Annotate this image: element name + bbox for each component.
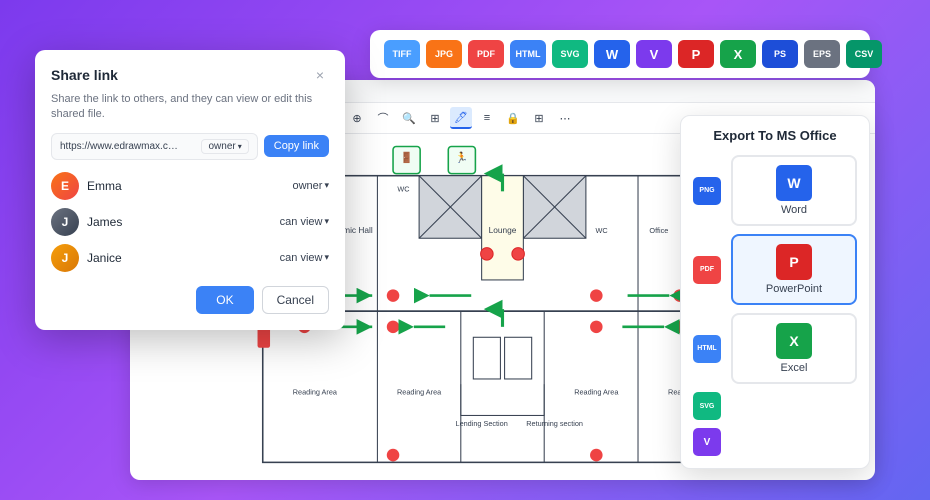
avatar: J [51,244,79,272]
svg-text:WC: WC [595,226,607,235]
svg-text:Reading Area: Reading Area [293,388,338,397]
tool-more[interactable]: ⋯ [554,107,576,129]
excel-label: Excel [739,362,849,374]
powerpoint-export-btn[interactable]: P PowerPoint [731,234,857,305]
format-csv-btn[interactable]: CSV [846,40,882,68]
tool-curve[interactable]: ⌒ [372,107,394,129]
excel-icon: X [776,323,812,359]
tool-list[interactable]: ≡ [476,107,498,129]
chevron-down-icon: ▾ [324,252,329,263]
chevron-down-icon: ▾ [324,180,329,191]
format-xls-btn[interactable]: X [720,40,756,68]
tool-connect[interactable]: ⊕ [346,107,368,129]
ppt-icon: P [776,244,812,280]
side-html-icon[interactable]: HTML [693,335,721,363]
link-url-text: https://www.edrawmax.com/online/fil [60,141,180,152]
dialog-actions: OK Cancel [51,286,329,314]
export-row-svg: SVG [693,392,857,420]
user-name: Janice [87,251,272,265]
format-eps-btn[interactable]: EPS [804,40,840,68]
svg-text:Reading Area: Reading Area [397,388,442,397]
format-vsd-btn[interactable]: V [636,40,672,68]
side-svg-icon[interactable]: SVG [693,392,721,420]
export-row-ppt: PDF P PowerPoint [693,234,857,305]
tool-table[interactable]: ⊞ [528,107,550,129]
user-list: E Emma owner ▾ J James can view ▾ J Jani… [51,172,329,272]
format-word-btn[interactable]: W [594,40,630,68]
avatar: E [51,172,79,200]
svg-text:Reading Area: Reading Area [574,388,619,397]
user-role-dropdown[interactable]: owner ▾ [293,180,330,192]
link-row: https://www.edrawmax.com/online/fil owne… [51,133,329,160]
chevron-down-icon: ▾ [324,216,329,227]
export-row-word: PNG W Word [693,155,857,226]
tool-lock[interactable]: 🔒 [502,107,524,129]
svg-text:Returning section: Returning section [526,419,583,428]
side-pdf-icon[interactable]: PDF [693,256,721,284]
list-item: E Emma owner ▾ [51,172,329,200]
export-panel-items: PNG W Word PDF P PowerPoint HTML X Excel [693,155,857,456]
tool-zoom[interactable]: 🔍 [398,107,420,129]
ppt-label: PowerPoint [739,283,849,295]
side-vsd-icon[interactable]: V [693,428,721,456]
export-toolbar: TIFF JPG PDF HTML SVG W V P X PS EPS CSV [370,30,870,78]
svg-text:Lending Section: Lending Section [456,419,508,428]
share-link-dialog: Share link × Share the link to others, a… [35,50,345,330]
format-ppt-btn[interactable]: P [678,40,714,68]
copy-link-button[interactable]: Copy link [264,135,329,157]
format-ps-btn[interactable]: PS [762,40,798,68]
side-png-icon[interactable]: PNG [693,177,721,205]
format-pdf-btn[interactable]: PDF [468,40,504,68]
word-export-btn[interactable]: W Word [731,155,857,226]
export-ms-office-panel: Export To MS Office PNG W Word PDF P Pow… [680,115,870,469]
dialog-subtitle: Share the link to others, and they can v… [51,92,329,123]
export-panel-title: Export To MS Office [693,128,857,143]
cancel-button[interactable]: Cancel [262,286,329,314]
word-label: Word [739,204,849,216]
svg-text:WC: WC [397,184,409,193]
user-role-dropdown[interactable]: can view ▾ [280,216,329,228]
format-jpg-btn[interactable]: JPG [426,40,462,68]
ok-button[interactable]: OK [196,286,253,314]
svg-text:🏃: 🏃 [455,151,468,164]
owner-label: owner [208,141,235,152]
format-html-btn[interactable]: HTML [510,40,546,68]
dialog-header: Share link × [51,66,329,84]
excel-export-btn[interactable]: X Excel [731,313,857,384]
chevron-down-icon: ▾ [238,142,242,151]
close-icon[interactable]: × [311,66,329,84]
format-tiff-btn[interactable]: TIFF [384,40,420,68]
svg-text:Lounge: Lounge [489,225,517,235]
tool-view[interactable]: ⊞ [424,107,446,129]
format-svg-btn[interactable]: SVG [552,40,588,68]
svg-text:🚪: 🚪 [400,151,413,164]
user-name: Emma [87,179,285,193]
link-input-field[interactable]: https://www.edrawmax.com/online/fil owne… [51,133,258,160]
word-icon: W [776,165,812,201]
user-name: James [87,215,272,229]
list-item: J Janice can view ▾ [51,244,329,272]
dialog-title: Share link [51,67,118,83]
export-row-vsd: V [693,428,857,456]
export-row-excel: HTML X Excel [693,313,857,384]
avatar: J [51,208,79,236]
svg-text:Office: Office [649,226,668,235]
user-role-dropdown[interactable]: can view ▾ [280,252,329,264]
tool-pen[interactable]: 🖊 [450,107,472,129]
list-item: J James can view ▾ [51,208,329,236]
owner-badge[interactable]: owner ▾ [201,139,248,154]
